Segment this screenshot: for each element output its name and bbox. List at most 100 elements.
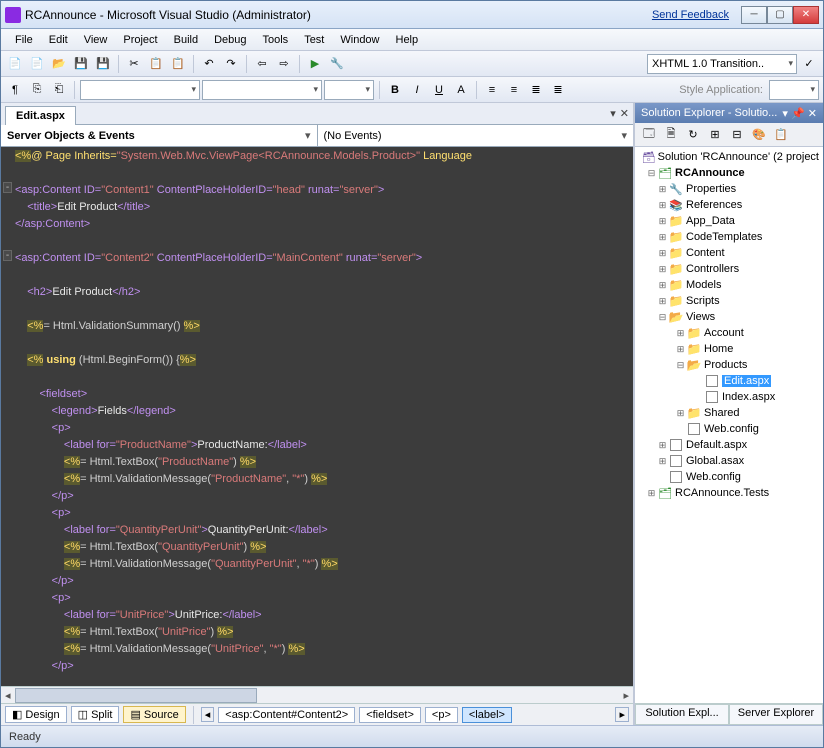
status-text: Ready [9, 731, 41, 743]
tab-dropdown-icon[interactable]: ▾ [610, 107, 616, 120]
breadcrumb[interactable]: <p> [425, 707, 458, 723]
start-debug-icon[interactable]: ▶ [305, 54, 325, 74]
maximize-button[interactable]: ▢ [767, 6, 793, 24]
window-title: RCAnnounce - Microsoft Visual Studio (Ad… [25, 8, 652, 22]
comment-icon[interactable]: ⎘ [27, 80, 47, 100]
aspx-file-icon [668, 438, 684, 452]
style-app-label: Style Application: [679, 84, 767, 96]
config-file-icon [668, 470, 684, 484]
uncomment-icon[interactable]: ⎗ [49, 80, 69, 100]
crumb-nav-left-icon[interactable]: ◂ [201, 707, 215, 722]
underline-icon[interactable]: U [429, 80, 449, 100]
align-center-icon[interactable]: ≡ [504, 80, 524, 100]
properties-icon[interactable]: 🗔 [639, 125, 659, 145]
list-icon[interactable]: ≣ [526, 80, 546, 100]
view-designer-icon[interactable]: 🎨 [749, 125, 769, 145]
minimize-button[interactable]: ─ [741, 6, 767, 24]
horizontal-scrollbar[interactable]: ◂ ▸ [1, 686, 633, 703]
menu-tools[interactable]: Tools [255, 31, 297, 49]
config-file-icon [686, 422, 702, 436]
block-format-combo[interactable] [80, 80, 200, 100]
folder-icon: 📁 [668, 246, 684, 260]
breadcrumb[interactable]: <asp:Content#Content2> [218, 707, 355, 723]
events-dropdown[interactable]: (No Events) [318, 125, 634, 146]
nav-fwd-icon[interactable]: ⇨ [274, 54, 294, 74]
folder-icon: 📁 [668, 278, 684, 292]
code-editor[interactable]: <%@ Page Inherits="System.Web.Mvc.ViewPa… [1, 147, 633, 686]
style-app-combo[interactable] [769, 80, 819, 100]
csproj-icon: 🗂 [657, 166, 673, 180]
format-icon[interactable]: ¶ [5, 80, 25, 100]
tab-server-explorer[interactable]: Server Explorer [729, 704, 823, 725]
outline-toggle[interactable]: - [3, 182, 12, 193]
objects-dropdown[interactable]: Server Objects & Events [1, 125, 318, 146]
align-left-icon[interactable]: ≡ [482, 80, 502, 100]
tab-solution-explorer[interactable]: Solution Expl... [635, 704, 729, 725]
source-view-button[interactable]: ▤ Source [123, 706, 185, 723]
toolbar-standard: 📄 📄 📂 💾 💾 ✂ 📋 📋 ↶ ↷ ⇦ ⇨ ▶ 🔧 XHTML 1.0 Tr… [1, 51, 823, 77]
tab-close-icon[interactable]: ✕ [620, 107, 629, 120]
menubar: File Edit View Project Build Debug Tools… [1, 29, 823, 51]
dropdown-icon[interactable]: ▾ [782, 107, 788, 120]
breadcrumb[interactable]: <fieldset> [359, 707, 421, 723]
panel-close-icon[interactable]: ✕ [808, 107, 817, 120]
copy-icon[interactable]: 📋 [146, 54, 166, 74]
numlist-icon[interactable]: ≣ [548, 80, 568, 100]
app-icon [5, 7, 21, 23]
folder-icon: 📁 [686, 406, 702, 420]
nest-icon[interactable]: ⊞ [705, 125, 725, 145]
menu-build[interactable]: Build [166, 31, 206, 49]
close-button[interactable]: ✕ [793, 6, 819, 24]
save-icon[interactable]: 💾 [71, 54, 91, 74]
show-all-icon[interactable]: 🗎 [661, 125, 681, 145]
cut-icon[interactable]: ✂ [124, 54, 144, 74]
fontcolor-icon[interactable]: A [451, 80, 471, 100]
folder-icon: 📁 [668, 294, 684, 308]
solution-icon: 🗃 [642, 150, 656, 164]
titlebar: RCAnnounce - Microsoft Visual Studio (Ad… [1, 1, 823, 29]
aspx-file-icon [704, 374, 720, 388]
validate-icon[interactable]: ✓ [799, 54, 819, 74]
add-item-icon[interactable]: 📄 [27, 54, 47, 74]
crumb-nav-right-icon[interactable]: ▸ [615, 707, 629, 722]
document-tabs: Edit.aspx ▾ ✕ [1, 103, 633, 125]
doctype-combo[interactable]: XHTML 1.0 Transition.. [647, 54, 797, 74]
toolbox-icon[interactable]: 🔧 [327, 54, 347, 74]
split-view-button[interactable]: ◫ Split [71, 706, 120, 723]
menu-test[interactable]: Test [296, 31, 332, 49]
paste-icon[interactable]: 📋 [168, 54, 188, 74]
copy-site-icon[interactable]: 📋 [771, 125, 791, 145]
breadcrumb[interactable]: <label> [462, 707, 512, 723]
menu-window[interactable]: Window [332, 31, 387, 49]
bold-icon[interactable]: B [385, 80, 405, 100]
refresh-icon[interactable]: ↻ [683, 125, 703, 145]
references-icon: 📚 [668, 198, 684, 212]
pin-icon[interactable]: 📌 [791, 107, 805, 120]
new-project-icon[interactable]: 📄 [5, 54, 25, 74]
open-icon[interactable]: 📂 [49, 54, 69, 74]
menu-project[interactable]: Project [115, 31, 165, 49]
redo-icon[interactable]: ↷ [221, 54, 241, 74]
statusbar: Ready [1, 725, 823, 747]
nav-back-icon[interactable]: ⇦ [252, 54, 272, 74]
save-all-icon[interactable]: 💾 [93, 54, 113, 74]
view-bar: ◧ Design ◫ Split ▤ Source ◂ <asp:Content… [1, 703, 633, 725]
send-feedback-link[interactable]: Send Feedback [652, 9, 729, 21]
design-view-button[interactable]: ◧ Design [5, 706, 67, 723]
properties-icon: 🔧 [668, 182, 684, 196]
fontsize-combo[interactable] [324, 80, 374, 100]
italic-icon[interactable]: I [407, 80, 427, 100]
solution-tree[interactable]: 🗃Solution 'RCAnnounce' (2 project ⊟🗂RCAn… [635, 147, 823, 703]
font-combo[interactable] [202, 80, 322, 100]
menu-view[interactable]: View [76, 31, 116, 49]
outline-toggle[interactable]: - [3, 250, 12, 261]
view-code-icon[interactable]: ⊟ [727, 125, 747, 145]
undo-icon[interactable]: ↶ [199, 54, 219, 74]
menu-help[interactable]: Help [388, 31, 427, 49]
menu-file[interactable]: File [7, 31, 41, 49]
tab-edit-aspx[interactable]: Edit.aspx [5, 106, 76, 125]
solution-toolbar: 🗔 🗎 ↻ ⊞ ⊟ 🎨 📋 [635, 123, 823, 147]
menu-edit[interactable]: Edit [41, 31, 76, 49]
folder-icon: 📁 [686, 326, 702, 340]
menu-debug[interactable]: Debug [206, 31, 254, 49]
